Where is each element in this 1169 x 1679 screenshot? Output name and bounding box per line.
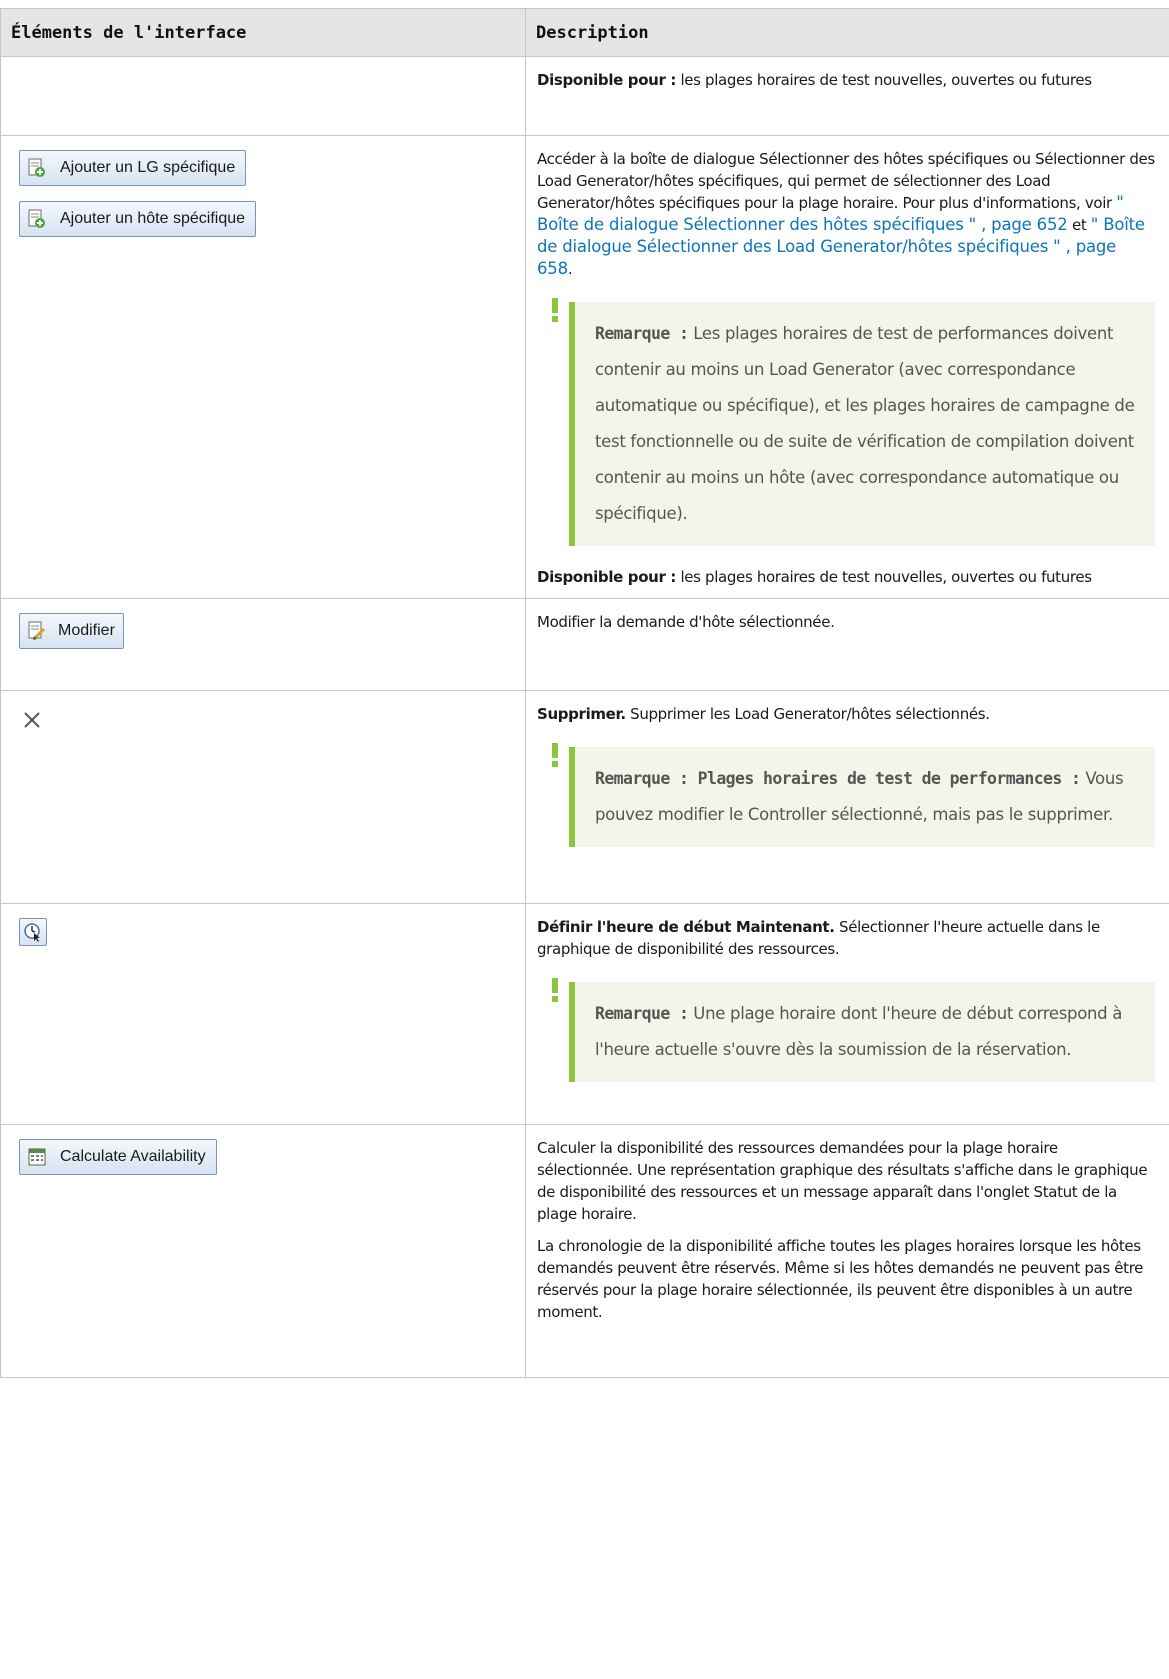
description-cell: Modifier la demande d'hôte sélectionnée.: [525, 598, 1169, 691]
description-cell: Accéder à la boîte de dialogue Sélection…: [525, 135, 1169, 599]
table-row: Définir l'heure de début Maintenant. Sél…: [0, 903, 1169, 1125]
note-box: Remarque : Une plage horaire dont l'heur…: [552, 978, 1155, 1082]
available-for-label: Disponible pour :: [537, 568, 677, 586]
clock-cursor-icon: [24, 923, 40, 942]
element-cell: Ajouter un LG spécifique Ajouter un hôte…: [0, 135, 526, 599]
available-for-text: les plages horaires de test nouvelles, o…: [676, 568, 1092, 586]
table-row: Modifier Modifier la demande d'hôte séle…: [0, 598, 1169, 691]
element-cell: Calculate Availability: [0, 1124, 526, 1378]
table-row: Supprimer. Supprimer les Load Generator/…: [0, 690, 1169, 904]
calendar-icon: [28, 1147, 46, 1167]
description-text: Accéder à la boîte de dialogue Sélection…: [537, 150, 1155, 212]
description-cell: Calculer la disponibilité des ressources…: [525, 1124, 1169, 1378]
element-cell: Modifier: [0, 598, 526, 691]
description-cell: Disponible pour : les plages horaires de…: [525, 56, 1169, 136]
available-for-text: les plages horaires de test nouvelles, o…: [676, 71, 1092, 89]
edit-icon: [28, 621, 46, 641]
description-text: Supprimer les Load Generator/hôtes sélec…: [625, 705, 990, 723]
add-specific-lg-button[interactable]: Ajouter un LG spécifique: [19, 150, 247, 186]
modify-button[interactable]: Modifier: [19, 613, 124, 649]
note-label: Remarque :: [595, 1004, 689, 1023]
note-label: Remarque : Plages horaires de test de pe…: [595, 769, 1081, 788]
note-text: Les plages horaires de test de performan…: [595, 324, 1135, 523]
add-host-icon: [28, 158, 46, 178]
element-cell: [0, 56, 526, 136]
note-box: Remarque : Plages horaires de test de pe…: [552, 743, 1155, 847]
delete-button[interactable]: [23, 711, 525, 733]
note-label: Remarque :: [595, 324, 689, 343]
note-icon: [552, 298, 558, 322]
table-header-row: Éléments de l'interface Description: [0, 8, 1169, 57]
description-text: Calculer la disponibilité des ressources…: [537, 1139, 1148, 1223]
close-icon: [24, 712, 40, 728]
description-text: La chronologie de la disponibilité affic…: [537, 1237, 1144, 1321]
note-icon: [552, 743, 558, 767]
note-box: Remarque : Les plages horaires de test d…: [552, 298, 1155, 546]
available-for-label: Disponible pour :: [537, 71, 677, 89]
description-text: Modifier la demande d'hôte sélectionnée.: [537, 613, 835, 631]
description-text-end: .: [567, 260, 573, 278]
table-row: Ajouter un LG spécifique Ajouter un hôte…: [0, 135, 1169, 599]
calculate-availability-button[interactable]: Calculate Availability: [19, 1139, 217, 1175]
header-elements: Éléments de l'interface: [0, 8, 526, 57]
note-icon: [552, 978, 558, 1002]
table-row: Disponible pour : les plages horaires de…: [0, 56, 1169, 136]
element-cell: [0, 903, 526, 1125]
header-description: Description: [525, 8, 1169, 57]
delete-label: Supprimer.: [537, 705, 626, 723]
table-row: Calculate Availability Calculer la dispo…: [0, 1124, 1169, 1378]
interface-elements-table: Éléments de l'interface Description Disp…: [0, 8, 1169, 1378]
set-start-now-button[interactable]: [19, 918, 47, 946]
add-host-icon: [28, 209, 46, 229]
set-start-now-label: Définir l'heure de début Maintenant.: [537, 918, 835, 936]
add-specific-host-button[interactable]: Ajouter un hôte spécifique: [19, 201, 257, 237]
description-text-join: et: [1067, 216, 1091, 234]
element-cell: [0, 690, 526, 904]
description-cell: Définir l'heure de début Maintenant. Sél…: [525, 903, 1169, 1125]
description-cell: Supprimer. Supprimer les Load Generator/…: [525, 690, 1169, 904]
